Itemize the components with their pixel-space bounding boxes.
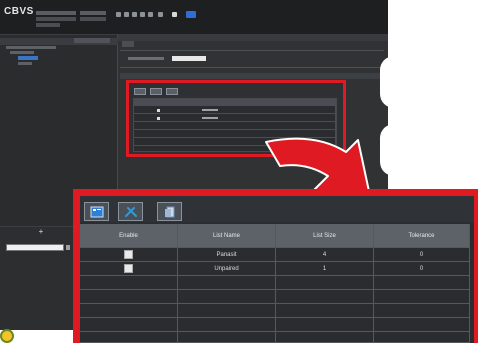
- empty-cell: [276, 332, 374, 343]
- enable-cell: [80, 248, 178, 262]
- empty-cell: [374, 304, 470, 318]
- column-header-tolerance[interactable]: Tolerance: [374, 224, 470, 248]
- mini-table-row: [134, 122, 336, 130]
- empty-cell: [178, 290, 276, 304]
- list-name-cell[interactable]: Panasit: [178, 248, 276, 262]
- toolbar-icon[interactable]: [132, 12, 137, 17]
- tools-icon[interactable]: [150, 88, 162, 95]
- search-icon[interactable]: [66, 245, 70, 250]
- empty-cell: [178, 318, 276, 332]
- app-logo: CBVS: [4, 6, 34, 17]
- tolerance-cell: 0: [374, 248, 470, 262]
- mini-cell-text: [202, 117, 218, 119]
- mini-checkbox[interactable]: [157, 109, 160, 112]
- list-size-cell: 1: [276, 262, 374, 276]
- divider: [120, 67, 384, 68]
- enable-cell: [80, 262, 178, 276]
- document-icon[interactable]: [157, 202, 182, 221]
- toolbar-status-line: [80, 17, 106, 21]
- search-input[interactable]: [6, 244, 64, 251]
- list-size-cell: 4: [276, 248, 374, 262]
- tree-item[interactable]: [18, 62, 32, 65]
- empty-cell: [276, 276, 374, 290]
- mini-header-cell: [134, 99, 185, 106]
- toolbar-icon[interactable]: [172, 12, 177, 17]
- mini-cell-text: [202, 109, 218, 111]
- list-icon[interactable]: [134, 88, 146, 95]
- new-button[interactable]: +: [37, 228, 45, 236]
- empty-cell: [276, 318, 374, 332]
- empty-cell: [80, 290, 178, 304]
- toolbar-icon[interactable]: [148, 12, 153, 17]
- list-name-cell[interactable]: Unpaired: [178, 262, 276, 276]
- list-icon[interactable]: [84, 202, 109, 221]
- enable-checkbox[interactable]: [124, 250, 133, 259]
- empty-cell: [374, 290, 470, 304]
- empty-cell: [374, 332, 470, 343]
- decorative-shape: [380, 124, 410, 176]
- column-header-list-size[interactable]: List Size: [276, 224, 374, 248]
- toolbar-icon[interactable]: [158, 12, 163, 17]
- empty-cell: [276, 304, 374, 318]
- mini-table-row[interactable]: [134, 106, 336, 114]
- divider: [120, 50, 384, 51]
- toolbar-status-line: [36, 23, 60, 27]
- empty-cell: [178, 304, 276, 318]
- mini-table-row[interactable]: [134, 114, 336, 122]
- settings-tab[interactable]: [122, 41, 134, 47]
- toolbar-status-line: [36, 11, 76, 15]
- column-header-enable[interactable]: Enable: [80, 224, 178, 248]
- mini-header-cell: [236, 99, 287, 106]
- mini-header-cell: [185, 99, 236, 106]
- tree-item[interactable]: [6, 46, 56, 49]
- empty-cell: [178, 276, 276, 290]
- toolbar-icon[interactable]: [140, 12, 145, 17]
- document-icon[interactable]: [166, 88, 178, 95]
- empty-cell: [374, 318, 470, 332]
- tree-item-selected[interactable]: [18, 56, 38, 60]
- empty-cell: [80, 304, 178, 318]
- toolbar-status-line: [36, 17, 76, 21]
- tolerance-cell: 0: [374, 262, 470, 276]
- section-header: [120, 73, 384, 79]
- settings-input[interactable]: [172, 56, 206, 61]
- warning-icon: [0, 329, 14, 343]
- toolbar-icon[interactable]: [116, 12, 121, 17]
- settings-panel-header: [118, 35, 388, 41]
- empty-cell: [80, 318, 178, 332]
- toolbar-status-line: [80, 11, 106, 15]
- empty-cell: [178, 332, 276, 343]
- field-label: [128, 57, 164, 60]
- toolbar-icon[interactable]: [124, 12, 129, 17]
- empty-cell: [374, 276, 470, 290]
- left-panel-tab[interactable]: [74, 38, 110, 43]
- mini-checkbox[interactable]: [157, 117, 160, 120]
- tree-item[interactable]: [10, 51, 34, 54]
- toolbar-blue-button[interactable]: [186, 11, 196, 18]
- decorative-shape: [380, 56, 410, 108]
- enable-checkbox[interactable]: [124, 264, 133, 273]
- empty-cell: [80, 276, 178, 290]
- empty-cell: [80, 332, 178, 343]
- tools-icon[interactable]: [118, 202, 143, 221]
- column-header-list-name[interactable]: List Name: [178, 224, 276, 248]
- empty-cell: [276, 290, 374, 304]
- mini-header-cell: [287, 99, 336, 106]
